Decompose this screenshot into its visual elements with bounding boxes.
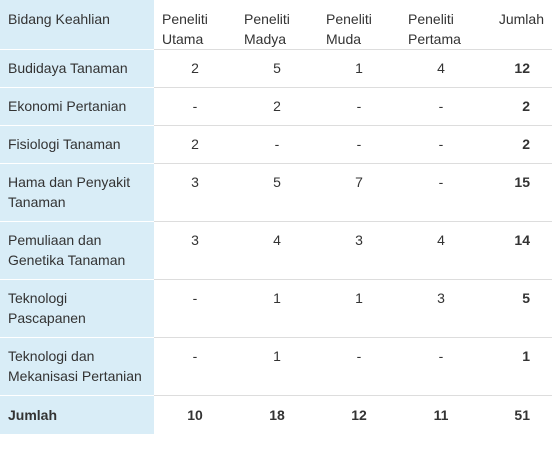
table-row: Teknologi Pascapanen - 1 1 3 5 bbox=[0, 279, 552, 338]
header-bidang-keahlian: Bidang Keahlian bbox=[0, 0, 154, 50]
cell-pertama: 3 bbox=[400, 279, 482, 338]
footer-utama: 10 bbox=[187, 407, 203, 423]
row-field: Teknologi Pascapanen bbox=[0, 279, 154, 338]
header-peneliti-muda: Peneliti Muda bbox=[318, 0, 400, 50]
row-field: Ekonomi Pertanian bbox=[0, 87, 154, 126]
cell-madya: 1 bbox=[236, 337, 318, 396]
footer-madya: 18 bbox=[269, 407, 285, 423]
cell-utama: - bbox=[154, 337, 236, 396]
cell-utama: 2 bbox=[154, 125, 236, 164]
cell-madya: - bbox=[236, 125, 318, 164]
footer-label: Jumlah bbox=[0, 395, 154, 434]
row-field: Pemuliaan dan Genetika Tanaman bbox=[0, 221, 154, 280]
footer-muda: 12 bbox=[351, 407, 367, 423]
row-field: Fisiologi Tanaman bbox=[0, 125, 154, 164]
cell-madya: 2 bbox=[236, 87, 318, 126]
cell-utama: 3 bbox=[154, 163, 236, 222]
cell-utama: 2 bbox=[154, 49, 236, 88]
cell-madya: 5 bbox=[236, 163, 318, 222]
cell-jumlah: 2 bbox=[482, 87, 552, 126]
table-row: Ekonomi Pertanian - 2 - - 2 bbox=[0, 87, 552, 126]
cell-madya: 5 bbox=[236, 49, 318, 88]
cell-jumlah: 12 bbox=[482, 49, 552, 88]
cell-muda: 3 bbox=[318, 221, 400, 280]
cell-muda: - bbox=[318, 337, 400, 396]
cell-utama: - bbox=[154, 87, 236, 126]
footer-pertama: 11 bbox=[433, 407, 449, 423]
cell-utama: 3 bbox=[154, 221, 236, 280]
cell-muda: 1 bbox=[318, 279, 400, 338]
row-field: Hama dan Penyakit Tanaman bbox=[0, 163, 154, 222]
table-row: Teknologi dan Mekanisasi Pertanian - 1 -… bbox=[0, 337, 552, 396]
cell-pertama: - bbox=[400, 337, 482, 396]
cell-jumlah: 5 bbox=[482, 279, 552, 338]
header-jumlah: Jumlah bbox=[482, 0, 552, 50]
header-peneliti-utama: Peneliti Utama bbox=[154, 0, 236, 50]
cell-jumlah: 15 bbox=[482, 163, 552, 222]
cell-pertama: 4 bbox=[400, 49, 482, 88]
cell-madya: 1 bbox=[236, 279, 318, 338]
table-row: Budidaya Tanaman 2 5 1 4 12 bbox=[0, 49, 552, 88]
cell-madya: 4 bbox=[236, 221, 318, 280]
row-field: Budidaya Tanaman bbox=[0, 49, 154, 88]
cell-jumlah: 1 bbox=[482, 337, 552, 396]
header-peneliti-pertama: Peneliti Pertama bbox=[400, 0, 482, 50]
cell-muda: 7 bbox=[318, 163, 400, 222]
cell-pertama: 4 bbox=[400, 221, 482, 280]
cell-pertama: - bbox=[400, 87, 482, 126]
table-row: Fisiologi Tanaman 2 - - - 2 bbox=[0, 125, 552, 164]
row-field: Teknologi dan Mekanisasi Pertanian bbox=[0, 337, 154, 396]
cell-pertama: - bbox=[400, 163, 482, 222]
header-peneliti-madya: Peneliti Madya bbox=[236, 0, 318, 50]
cell-jumlah: 14 bbox=[482, 221, 552, 280]
footer-jumlah: 51 bbox=[514, 407, 530, 423]
table-footer-row: Jumlah 10 18 12 11 51 bbox=[0, 395, 552, 434]
researcher-expertise-table: Bidang Keahlian Peneliti Utama Peneliti … bbox=[0, 0, 552, 434]
cell-muda: - bbox=[318, 87, 400, 126]
cell-muda: - bbox=[318, 125, 400, 164]
cell-utama: - bbox=[154, 279, 236, 338]
cell-jumlah: 2 bbox=[482, 125, 552, 164]
table-row: Pemuliaan dan Genetika Tanaman 3 4 3 4 1… bbox=[0, 221, 552, 280]
table-header-row: Bidang Keahlian Peneliti Utama Peneliti … bbox=[0, 0, 552, 50]
table-row: Hama dan Penyakit Tanaman 3 5 7 - 15 bbox=[0, 163, 552, 222]
cell-pertama: - bbox=[400, 125, 482, 164]
cell-muda: 1 bbox=[318, 49, 400, 88]
